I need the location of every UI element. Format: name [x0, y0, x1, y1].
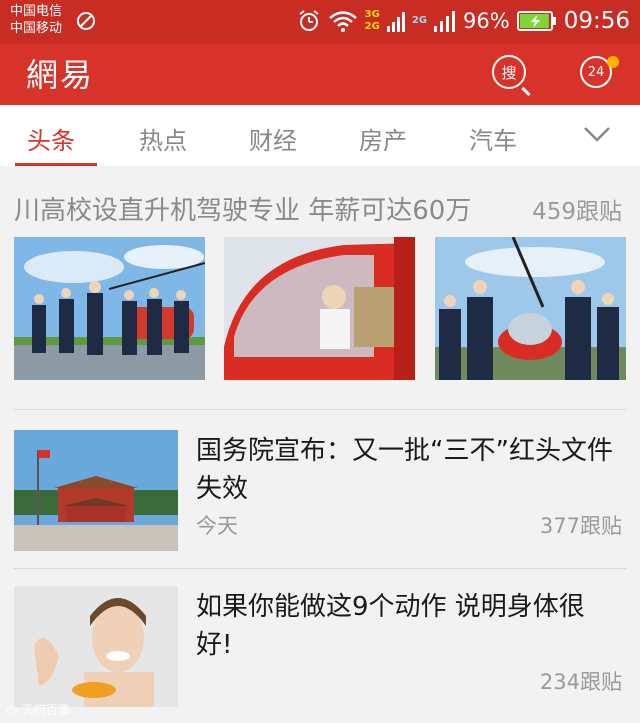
- chevron-down-icon[interactable]: [582, 119, 612, 149]
- article-comment-count-1: 377跟贴: [539, 514, 622, 538]
- network-type-2: 2G: [412, 15, 427, 27]
- tab-headlines[interactable]: 头条: [27, 121, 75, 156]
- app-bar: 網易 搜 24: [0, 44, 640, 105]
- article-title-2[interactable]: 如果你能做这9个动作 说明身体很好!: [196, 588, 620, 664]
- no-sim-icon: [77, 12, 95, 30]
- network-3g-label: 3G: [364, 9, 380, 20]
- carrier-names: 中国电信 中国移动: [10, 3, 62, 37]
- notification-dot: [607, 56, 619, 68]
- network-2g-label-2: 2G: [411, 15, 428, 26]
- headline-image-2[interactable]: [224, 237, 415, 380]
- battery-percent: 96%: [463, 9, 510, 33]
- feed-divider: [14, 568, 626, 569]
- watermark: @ 天府百事: [6, 703, 70, 717]
- battery-icon: [516, 11, 556, 31]
- message-count: 24: [587, 64, 605, 80]
- channel-tabs: 头条 热点 财经 房产 汽车: [0, 105, 640, 167]
- article-title-1[interactable]: 国务院宣布：又一批“三不”红头文件失效: [196, 432, 620, 508]
- clock: 09:56: [563, 8, 630, 34]
- tab-finance[interactable]: 财经: [249, 121, 297, 156]
- headline-comment-count: 459跟贴: [532, 199, 622, 225]
- headline-title[interactable]: 川高校设直升机驾驶专业 年薪可达60万: [14, 190, 471, 227]
- network-2g-label: 2G: [364, 21, 380, 32]
- signal-icon-2: [434, 11, 456, 32]
- search-label: 搜: [501, 63, 517, 82]
- status-bar: 中国电信 中国移动 3G 2G 2G 96% 09:56: [0, 0, 640, 44]
- status-icons: 3G 2G 2G 96% 09:56: [297, 6, 630, 36]
- news-feed: 川高校设直升机驾驶专业 年薪可达60万 459跟贴 国务院宣布：又一批“三不”红…: [0, 166, 640, 723]
- carrier-2: 中国移动: [10, 21, 63, 36]
- signal-icon: [386, 12, 405, 32]
- tab-realestate[interactable]: 房产: [359, 121, 407, 156]
- article-time-1: 今天: [196, 514, 238, 538]
- tab-auto[interactable]: 汽车: [469, 121, 517, 156]
- search-button[interactable]: 搜: [492, 55, 531, 97]
- feed-divider: [14, 409, 626, 410]
- article-thumbnail-1[interactable]: [14, 430, 178, 551]
- wifi-icon: [328, 11, 357, 32]
- article-comment-count-2: 234跟贴: [539, 670, 622, 694]
- alarm-icon: [299, 10, 319, 31]
- netease-logo: 網易: [26, 56, 95, 94]
- article-thumbnail-2[interactable]: [14, 586, 178, 707]
- network-type-1: 3G 2G: [365, 9, 380, 33]
- headline-image-1[interactable]: [14, 237, 205, 380]
- carrier-1: 中国电信: [10, 4, 63, 19]
- search-icon: [521, 86, 531, 97]
- headline-image-3[interactable]: [435, 237, 626, 380]
- tab-hot[interactable]: 热点: [139, 121, 187, 156]
